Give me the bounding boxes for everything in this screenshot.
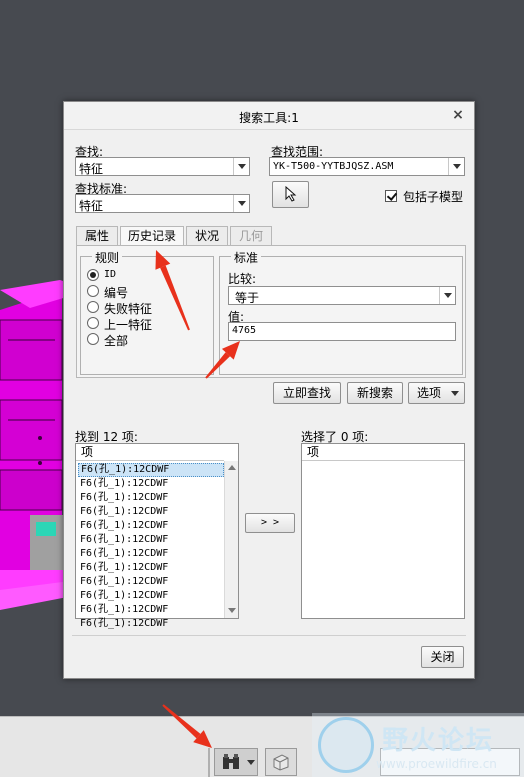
rule-label: 编号: [104, 286, 129, 300]
cursor-arrow-icon: [285, 186, 297, 202]
watermark-title: 野火论坛: [382, 726, 495, 756]
value-text: 4765: [232, 325, 257, 336]
rule-label: ID: [104, 269, 117, 280]
found-list-item[interactable]: F6(孔_1):12CDWF: [78, 589, 224, 603]
chevron-down-icon: [451, 391, 459, 396]
chevron-down-icon[interactable]: [439, 287, 455, 304]
found-list-item[interactable]: F6(孔_1):12CDWF: [78, 603, 224, 617]
search-tool-button[interactable]: [214, 748, 258, 776]
tab-status[interactable]: 状况: [186, 226, 228, 246]
tab-geometry: 几何: [230, 226, 272, 246]
criteria-group-title: 标准: [231, 249, 262, 266]
search-tool-dialog: 搜索工具:1 × 查找: 特征 查找范围: YK-T500-YYTBJQSZ.A…: [63, 101, 475, 679]
pick-button[interactable]: [272, 181, 309, 208]
selected-list-column-header[interactable]: 项: [302, 444, 464, 461]
close-icon[interactable]: ×: [450, 107, 466, 123]
options-label: 选项: [417, 386, 442, 400]
rules-group-title: 规则: [92, 249, 123, 266]
find-type-value: 特征: [79, 162, 104, 176]
find-type-combo[interactable]: 特征: [75, 157, 250, 176]
found-list-item[interactable]: F6(孔_1):12CDWF: [78, 477, 224, 491]
dialog-titlebar[interactable]: 搜索工具:1 ×: [64, 102, 474, 130]
history-tab-panel: 规则 ID 编号 失败特征 上一特征 全部 标准 比较: 等于 值: 4765: [76, 245, 466, 378]
include-submodels-checkbox[interactable]: [385, 190, 397, 202]
cad-part: [0, 319, 63, 381]
rule-label: 上一特征: [104, 318, 153, 332]
radio-dot: [87, 317, 99, 329]
dialog-title: 搜索工具:1: [239, 111, 299, 125]
value-input[interactable]: 4765: [228, 322, 456, 341]
radio-dot: [87, 333, 99, 345]
move-to-selected-button[interactable]: > >: [245, 513, 295, 533]
cad-part: [0, 399, 63, 461]
tab-history[interactable]: 历史记录: [120, 226, 184, 247]
rule-label: 全部: [104, 334, 129, 348]
status-bar-divider: [208, 748, 210, 777]
scroll-down-icon[interactable]: [225, 604, 238, 617]
found-list-column-header[interactable]: 项: [76, 444, 224, 461]
criteria-value: 特征: [79, 199, 104, 213]
compare-label: 比较:: [228, 272, 257, 286]
compare-value: 等于: [235, 291, 260, 305]
dialog-footer-divider: [72, 635, 466, 636]
filter-button[interactable]: [265, 748, 297, 776]
compare-combo[interactable]: 等于: [228, 286, 456, 305]
found-list-item[interactable]: F6(孔_1):12CDWF: [78, 617, 224, 631]
scope-value: YK-T500-YYTBJQSZ.ASM: [273, 161, 394, 172]
radio-dot: [87, 285, 99, 297]
found-list-item[interactable]: F6(孔_1):12CDWF: [78, 533, 224, 547]
rule-label: 失败特征: [104, 302, 153, 316]
found-list-item[interactable]: F6(孔_1):12CDWF: [78, 491, 224, 505]
found-list-item[interactable]: F6(孔_1):12CDWF: [78, 575, 224, 589]
cad-hole: [38, 436, 42, 440]
found-list-item[interactable]: F6(孔_1):12CDWF: [78, 519, 224, 533]
chevron-down-icon[interactable]: [448, 158, 464, 175]
found-list-item[interactable]: F6(孔_1):12CDWF: [78, 561, 224, 575]
radio-dot: [87, 301, 99, 313]
chevron-down-icon[interactable]: [233, 158, 249, 175]
chevron-down-icon[interactable]: [247, 760, 255, 765]
found-list-scrollbar[interactable]: [224, 461, 238, 618]
scope-combo[interactable]: YK-T500-YYTBJQSZ.ASM: [269, 157, 465, 176]
cad-hole: [38, 461, 42, 465]
watermark-url: www.proewildfire.cn: [376, 757, 497, 771]
binoculars-icon: [223, 754, 239, 769]
selected-items-list[interactable]: 项: [301, 443, 465, 619]
chevron-down-icon[interactable]: [233, 195, 249, 212]
tab-attributes[interactable]: 属性: [76, 226, 118, 246]
found-list-item[interactable]: F6(孔_1):12CDWF: [78, 463, 224, 477]
scroll-up-icon[interactable]: [225, 461, 238, 474]
new-search-button[interactable]: 新搜索: [347, 382, 403, 404]
found-list-item[interactable]: F6(孔_1):12CDWF: [78, 547, 224, 561]
radio-dot: [87, 269, 99, 281]
found-list-item[interactable]: F6(孔_1):12CDWF: [78, 505, 224, 519]
watermark-logo-icon: [318, 717, 374, 773]
include-submodels-label[interactable]: 包括子模型: [403, 188, 463, 205]
found-items-list[interactable]: 项 F6(孔_1):12CDWF F6(孔_1):12CDWF F6(孔_1):12…: [75, 443, 239, 629]
options-button[interactable]: 选项: [408, 382, 465, 404]
cad-part: [36, 522, 56, 536]
cad-part: [0, 469, 63, 511]
close-button[interactable]: 关闭: [421, 646, 464, 668]
criteria-combo[interactable]: 特征: [75, 194, 250, 213]
find-now-button[interactable]: 立即查找: [273, 382, 341, 404]
box-icon: [273, 754, 289, 771]
